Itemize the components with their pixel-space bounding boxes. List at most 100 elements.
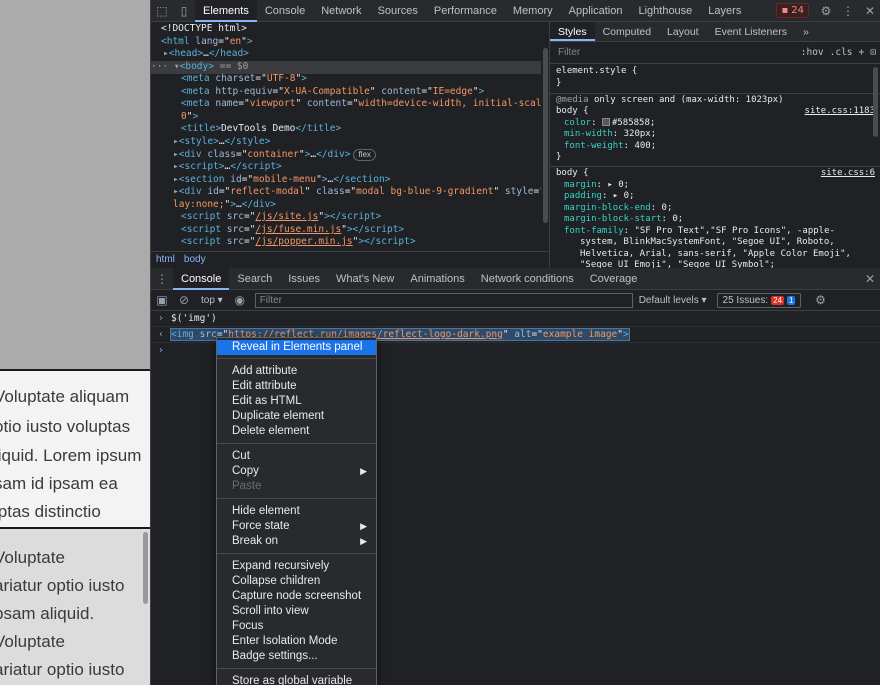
- dom-node[interactable]: ▸<head>…</head>: [151, 48, 541, 61]
- close-icon[interactable]: ✕: [859, 0, 880, 22]
- tab-layout[interactable]: Layout: [659, 22, 707, 41]
- gear-icon[interactable]: ⚙: [809, 289, 831, 311]
- eye-icon[interactable]: ◉: [229, 289, 251, 311]
- inspect-element-icon[interactable]: ⬚: [151, 0, 173, 22]
- log-levels-dropdown[interactable]: Default levels ▾: [639, 295, 707, 306]
- menu-item-force-state[interactable]: Force state ▶: [217, 519, 376, 534]
- hov-toggle[interactable]: :hov: [801, 47, 824, 58]
- css-declaration[interactable]: margin: ▸ 0;: [564, 180, 629, 192]
- source-link[interactable]: site.css:1183: [805, 106, 875, 116]
- menu-item-badge-settings[interactable]: Badge settings...: [217, 649, 376, 664]
- element-style-rule[interactable]: element.style {: [556, 66, 637, 78]
- tab-sources[interactable]: Sources: [370, 0, 426, 22]
- sidebar-toggle-icon[interactable]: ▣: [151, 289, 173, 311]
- dom-node[interactable]: <html lang="en">: [151, 36, 541, 49]
- menu-item-collapse-children[interactable]: Collapse children: [217, 574, 376, 589]
- tab-performance[interactable]: Performance: [426, 0, 505, 22]
- source-link[interactable]: site.css:6: [821, 168, 875, 178]
- tab-memory[interactable]: Memory: [505, 0, 561, 22]
- menu-item-edit-attribute[interactable]: Edit attribute: [217, 379, 376, 394]
- menu-item-reveal-in-elements[interactable]: Reveal in Elements panel: [217, 340, 376, 355]
- css-declaration[interactable]: color: #585858;: [564, 118, 655, 130]
- drawer-tab-search[interactable]: Search: [229, 268, 280, 290]
- menu-item-add-attribute[interactable]: Add attribute: [217, 364, 376, 379]
- tab-event-listeners[interactable]: Event Listeners: [707, 22, 795, 41]
- tab-elements[interactable]: Elements: [195, 0, 257, 22]
- tab-console[interactable]: Console: [257, 0, 313, 22]
- kebab-menu-icon[interactable]: ⋮: [151, 268, 173, 290]
- more-tabs-button[interactable]: »: [795, 22, 817, 41]
- console-filter-input[interactable]: Filter: [254, 292, 633, 308]
- styles-scrollbar[interactable]: [873, 67, 878, 137]
- tab-styles[interactable]: Styles: [550, 22, 595, 41]
- dom-node[interactable]: ▸<script>…</script>: [151, 161, 541, 174]
- menu-item-copy[interactable]: Copy ▶: [217, 464, 376, 479]
- drawer-tab-issues[interactable]: Issues: [280, 268, 328, 290]
- styles-filter-input[interactable]: Filter: [558, 47, 801, 58]
- issues-counter[interactable]: 25 Issues: 24 1: [716, 292, 802, 308]
- menu-item-break-on[interactable]: Break on ▶: [217, 534, 376, 549]
- drawer-tab-coverage[interactable]: Coverage: [582, 268, 646, 290]
- css-declaration[interactable]: min-width: 320px;: [564, 129, 656, 141]
- css-declaration[interactable]: padding: ▸ 0;: [564, 191, 634, 203]
- tab-application[interactable]: Application: [561, 0, 631, 22]
- dom-node[interactable]: <script src="/js/popper.min.js"></script…: [151, 236, 541, 249]
- menu-item-scroll-into-view[interactable]: Scroll into view: [217, 604, 376, 619]
- elements-scrollbar[interactable]: [543, 48, 548, 223]
- drawer-tab-console[interactable]: Console: [173, 267, 230, 290]
- plus-icon[interactable]: +: [859, 47, 865, 58]
- device-toolbar-icon[interactable]: ▯: [173, 0, 195, 22]
- tab-lighthouse[interactable]: Lighthouse: [630, 0, 700, 22]
- dom-node[interactable]: <meta charset="UTF-8">: [151, 73, 541, 86]
- dom-node[interactable]: <meta http-equiv="X-UA-Compatible" conte…: [151, 86, 541, 99]
- cls-toggle[interactable]: .cls: [830, 47, 853, 58]
- dom-node-selected[interactable]: ··· ▾<body> == $0: [151, 61, 541, 74]
- css-selector[interactable]: body {: [556, 106, 589, 118]
- drawer-tab-whats-new[interactable]: What's New: [328, 268, 402, 290]
- menu-item-hide-element[interactable]: Hide element: [217, 504, 376, 519]
- dom-node[interactable]: <title>DevTools Demo</title>: [151, 123, 541, 136]
- menu-item-delete-element[interactable]: Delete element: [217, 424, 376, 439]
- css-selector[interactable]: body {: [556, 168, 589, 180]
- dom-node[interactable]: ▸<div class="container">…</div> flex: [151, 149, 541, 162]
- menu-item-capture-node-screenshot[interactable]: Capture node screenshot: [217, 589, 376, 604]
- kebab-menu-icon[interactable]: ⋮: [837, 0, 859, 22]
- dom-node[interactable]: <script src="/js/fuse.min.js"></script>: [151, 224, 541, 237]
- menu-item-edit-as-html[interactable]: Edit as HTML: [217, 394, 376, 409]
- drawer-tab-animations[interactable]: Animations: [402, 268, 472, 290]
- gear-icon[interactable]: ⚙: [815, 0, 837, 22]
- dom-node[interactable]: <script src="/js/site.js"></script>: [151, 211, 541, 224]
- tab-computed[interactable]: Computed: [595, 22, 659, 41]
- menu-item-cut[interactable]: Cut: [217, 449, 376, 464]
- page-scrollbar[interactable]: [143, 532, 148, 604]
- flex-badge[interactable]: flex: [353, 149, 376, 161]
- close-drawer-icon[interactable]: ✕: [859, 268, 880, 290]
- css-declaration[interactable]: margin-block-start: 0;: [564, 214, 683, 226]
- sidebar-toggle-icon[interactable]: ⊡: [870, 47, 876, 58]
- css-value-wrap: system, BlinkMacSystemFont, "Segoe UI", …: [580, 237, 835, 247]
- submenu-arrow-icon: ▶: [360, 466, 367, 476]
- dom-node[interactable]: ▸<div id="reflect-modal" class="modal bg…: [151, 186, 541, 199]
- dom-node[interactable]: ▸<style>…</style>: [151, 136, 541, 149]
- css-declaration[interactable]: font-weight: 400;: [564, 141, 656, 153]
- drawer-tab-network-conditions[interactable]: Network conditions: [473, 268, 582, 290]
- dom-node[interactable]: ▸<section id="mobile-menu">…</section>: [151, 174, 541, 187]
- issues-badge[interactable]: ▪ 24: [776, 3, 809, 18]
- css-declaration[interactable]: margin-block-end: 0;: [564, 203, 672, 215]
- tab-network[interactable]: Network: [313, 0, 369, 22]
- menu-item-duplicate-element[interactable]: Duplicate element: [217, 409, 376, 424]
- dom-node[interactable]: <!DOCTYPE html>: [151, 23, 541, 36]
- color-swatch[interactable]: [601, 118, 610, 126]
- menu-item-enter-isolation-mode[interactable]: Enter Isolation Mode: [217, 634, 376, 649]
- dom-node[interactable]: <meta name="viewport" content="width=dev…: [151, 98, 541, 111]
- breadcrumb-item[interactable]: html: [156, 254, 175, 265]
- menu-item-focus[interactable]: Focus: [217, 619, 376, 634]
- menu-item-expand-recursively[interactable]: Expand recursively: [217, 559, 376, 574]
- css-declaration[interactable]: font-family: "SF Pro Text","SF Pro Icons…: [564, 226, 835, 238]
- tab-layers[interactable]: Layers: [700, 0, 749, 22]
- context-selector[interactable]: top ▾: [195, 295, 229, 306]
- clear-console-icon[interactable]: ⊘: [173, 289, 195, 311]
- menu-item-store-as-global-variable[interactable]: Store as global variable: [217, 674, 376, 685]
- breadcrumb-item[interactable]: body: [184, 254, 206, 265]
- menu-separator: [217, 443, 376, 444]
